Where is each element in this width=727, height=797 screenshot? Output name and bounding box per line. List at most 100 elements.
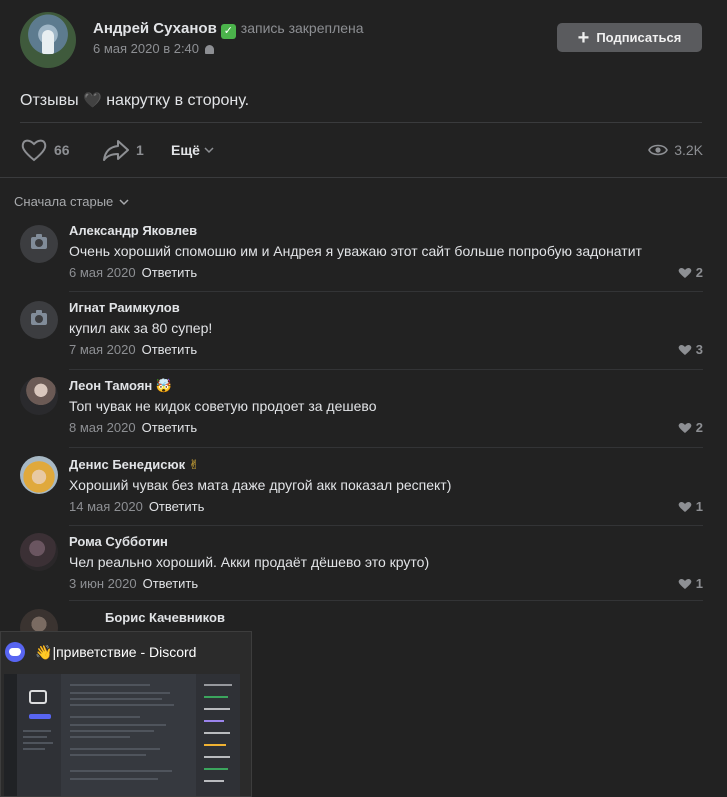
post-author-name[interactable]: Андрей Суханов (93, 20, 217, 37)
reply-link[interactable]: Ответить (143, 576, 199, 591)
heart-icon (678, 267, 692, 278)
reply-link[interactable]: Ответить (142, 342, 198, 357)
heart-icon (678, 501, 692, 512)
comment-text: Чел реально хороший. Акки продаёт дёшево… (69, 554, 430, 570)
heart-icon (678, 578, 692, 589)
commenter-name-text: Денис Бенедисюк (69, 457, 186, 472)
reply-link[interactable]: Ответить (149, 499, 205, 514)
comments-divider (0, 177, 727, 178)
sort-label: Сначала старые (14, 194, 114, 209)
post-text: Отзывы 🖤 накрутку в сторону. (20, 91, 249, 110)
heart-icon (678, 344, 692, 355)
comment-like-count: 1 (695, 576, 703, 591)
post-date-line: 6 мая 2020 в 2:40 (93, 41, 215, 56)
comment-meta: 3 июн 2020 Ответить (69, 576, 198, 591)
camera-icon (31, 234, 47, 249)
comment-meta: 6 мая 2020 Ответить (69, 265, 197, 280)
channel-list (17, 674, 61, 796)
commenter-name-text: Леон Тамоян (69, 378, 153, 393)
subscribe-label: Подписаться (596, 30, 682, 45)
commenter-avatar[interactable] (20, 301, 58, 339)
plus-icon: + (577, 26, 590, 49)
comment-date[interactable]: 3 июн 2020 (69, 576, 137, 591)
commenter-avatar[interactable] (20, 533, 58, 571)
heart-icon (21, 139, 47, 162)
black-heart-icon: 🖤 (83, 92, 102, 109)
commenter-name[interactable]: Денис Бенедисюк ✌ (69, 457, 200, 473)
vk-post-page: Андрей Суханов ✓ запись закреплена 6 мая 2… (0, 0, 727, 797)
share-icon (103, 140, 129, 161)
member-list (196, 674, 240, 796)
commenter-name[interactable]: Рома Субботин (69, 534, 168, 549)
views-counter: 3.2K (648, 136, 703, 164)
comment-date[interactable]: 6 мая 2020 (69, 265, 136, 280)
like-button[interactable]: 66 (20, 136, 70, 164)
eye-icon (648, 144, 669, 156)
comment-divider (69, 600, 703, 601)
comment-text: Топ чувак не кидок советую продоет за де… (69, 398, 377, 414)
commenter-name[interactable]: Александр Яковлев (69, 223, 197, 238)
comment-meta: 8 мая 2020 Ответить (69, 420, 197, 435)
reply-link[interactable]: Ответить (142, 265, 198, 280)
comment-text: Очень хороший спомошю им и Андрея я уваж… (69, 243, 642, 259)
discord-taskbar-preview[interactable]: 👋|приветствие - Discord (0, 631, 252, 797)
pinned-label: запись закреплена (240, 20, 364, 36)
comment-like-button[interactable]: 2 (678, 420, 703, 435)
comment-divider (69, 291, 703, 292)
comment-divider (69, 525, 703, 526)
comment-date[interactable]: 14 мая 2020 (69, 499, 143, 514)
chevron-down-icon (204, 147, 214, 154)
commenter-avatar[interactable] (20, 456, 58, 494)
sort-dropdown[interactable]: Сначала старые (14, 194, 129, 209)
post-author-line: Андрей Суханов ✓ запись закреплена (93, 20, 364, 39)
wave-icon: 👋 (35, 644, 53, 660)
comment-divider (69, 369, 703, 370)
post-actions: 66 1 Ещё 3.2K (20, 136, 703, 164)
verified-icon: ✓ (220, 24, 236, 39)
comment-like-count: 3 (695, 342, 703, 357)
comment-text: Хороший чувак без мата даже другой акк п… (69, 477, 452, 493)
comment-meta: 14 мая 2020 Ответить (69, 499, 204, 514)
comment-like-count: 2 (695, 265, 703, 280)
like-count: 66 (54, 142, 70, 158)
comment-like-button[interactable]: 1 (678, 576, 703, 591)
commenter-name[interactable]: Борис Качевников (105, 610, 225, 625)
share-button[interactable]: 1 (102, 136, 144, 164)
post-date[interactable]: 6 мая 2020 в 2:40 (93, 41, 199, 56)
subscribe-button[interactable]: + Подписаться (557, 23, 702, 52)
comment-date[interactable]: 7 мая 2020 (69, 342, 136, 357)
post-text-start: Отзывы (20, 92, 79, 109)
comment-date[interactable]: 8 мая 2020 (69, 420, 136, 435)
post-divider (20, 122, 702, 123)
comment-like-button[interactable]: 3 (678, 342, 703, 357)
share-count: 1 (136, 142, 144, 158)
discord-preview-header: 👋|приветствие - Discord (1, 632, 251, 670)
discord-logo-icon (5, 642, 25, 662)
camera-icon (31, 310, 47, 325)
commenter-avatar[interactable] (20, 225, 58, 263)
comment-like-button[interactable]: 2 (678, 265, 703, 280)
discord-window-title-text: |приветствие - Discord (52, 644, 197, 660)
comment-divider (69, 447, 703, 448)
commenter-name[interactable]: Игнат Раимкулов (69, 300, 180, 315)
discord-window-title: 👋|приветствие - Discord (35, 644, 196, 661)
comment-like-button[interactable]: 1 (678, 499, 703, 514)
android-icon (205, 45, 215, 54)
comment-like-count: 2 (695, 420, 703, 435)
author-avatar[interactable] (20, 12, 76, 68)
comment-meta: 7 мая 2020 Ответить (69, 342, 197, 357)
victory-hand-icon: ✌ (188, 457, 200, 472)
commenter-avatar[interactable] (20, 377, 58, 415)
post-text-end: накрутку в сторону. (106, 92, 250, 109)
server-list (4, 674, 17, 796)
comment-text: купил акк за 80 супер! (69, 320, 213, 336)
heart-icon (678, 422, 692, 433)
reply-link[interactable]: Ответить (142, 420, 198, 435)
more-label: Ещё (171, 142, 200, 158)
chevron-down-icon (119, 199, 129, 206)
more-button[interactable]: Ещё (171, 136, 215, 164)
discord-window-thumbnail[interactable] (4, 674, 240, 796)
views-count: 3.2K (674, 142, 703, 158)
comment-like-count: 1 (695, 499, 703, 514)
commenter-name[interactable]: Леон Тамоян 🤯 (69, 378, 172, 394)
